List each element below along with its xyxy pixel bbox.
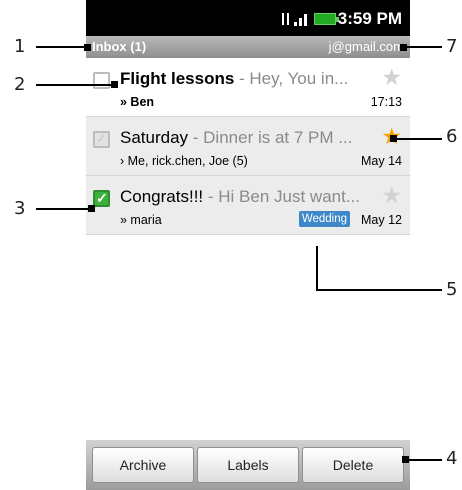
callout-dot xyxy=(390,135,397,142)
bottom-toolbar: Archive Labels Delete xyxy=(86,440,410,490)
subject-line: Saturday - Dinner is at 7 PM ... xyxy=(120,128,378,148)
callout-line xyxy=(316,246,318,291)
account-name[interactable]: j@gmail.com xyxy=(329,39,404,54)
message-subject: Saturday xyxy=(120,128,189,147)
callout-line xyxy=(36,46,86,48)
subject-line: Congrats!!! - Hi Ben Just want... xyxy=(120,187,378,207)
callout-line xyxy=(36,208,92,210)
message-snippet: - Dinner is at 7 PM ... xyxy=(188,128,353,147)
message-checkbox[interactable] xyxy=(93,190,110,207)
callout-dot xyxy=(111,81,118,88)
message-row[interactable]: Congrats!!! - Hi Ben Just want... ★ » ma… xyxy=(86,176,410,235)
callout-dot xyxy=(402,456,409,463)
callout-line xyxy=(404,459,442,461)
message-subject: Flight lessons xyxy=(120,69,235,88)
callout-line xyxy=(402,46,442,48)
subject-line: Flight lessons - Hey, You in... xyxy=(120,69,378,89)
phone-screen: 3:59 PM Inbox (1) j@gmail.com Flight les… xyxy=(86,0,410,490)
message-row[interactable]: Flight lessons - Hey, You in... ★ » Ben … xyxy=(86,58,410,117)
callout-3: 3 xyxy=(14,198,26,219)
callout-line xyxy=(316,289,442,291)
status-time: 3:59 PM xyxy=(337,9,402,28)
message-checkbox[interactable] xyxy=(93,131,110,148)
callout-7: 7 xyxy=(446,36,458,57)
battery-icon xyxy=(314,13,339,25)
message-subject: Congrats!!! xyxy=(120,187,204,206)
callout-6: 6 xyxy=(446,126,458,147)
message-time: May 14 xyxy=(361,154,402,168)
callout-4: 4 xyxy=(446,448,458,469)
inbox-title[interactable]: Inbox (1) xyxy=(92,39,146,54)
message-participants: » Ben xyxy=(120,95,155,109)
archive-button[interactable]: Archive xyxy=(92,447,194,483)
message-time: May 12 xyxy=(361,213,402,227)
star-icon[interactable]: ★ xyxy=(381,184,402,207)
delete-button[interactable]: Delete xyxy=(302,447,404,483)
callout-dot xyxy=(88,205,95,212)
message-row[interactable]: Saturday - Dinner is at 7 PM ... ★ › Me,… xyxy=(86,117,410,176)
callout-dot xyxy=(84,44,91,51)
callout-line xyxy=(36,84,114,86)
message-participants: » maria xyxy=(120,213,162,227)
message-snippet: - Hey, You in... xyxy=(234,69,349,88)
callout-line xyxy=(392,138,442,140)
callout-dot xyxy=(400,44,407,51)
message-checkbox[interactable] xyxy=(93,72,110,89)
signal-icon xyxy=(282,13,307,26)
callout-2: 2 xyxy=(14,74,26,95)
callout-5: 5 xyxy=(446,279,458,300)
label-badge: Wedding xyxy=(298,211,350,227)
message-time: 17:13 xyxy=(370,95,402,109)
message-participants: › Me, rick.chen, Joe (5) xyxy=(120,154,248,168)
star-icon[interactable]: ★ xyxy=(381,66,402,89)
message-list: Flight lessons - Hey, You in... ★ » Ben … xyxy=(86,58,410,235)
status-bar: 3:59 PM xyxy=(86,0,410,36)
labels-button[interactable]: Labels xyxy=(197,447,299,483)
message-snippet: - Hi Ben Just want... xyxy=(203,187,360,206)
inbox-header: Inbox (1) j@gmail.com xyxy=(86,36,410,58)
callout-1: 1 xyxy=(14,36,26,57)
